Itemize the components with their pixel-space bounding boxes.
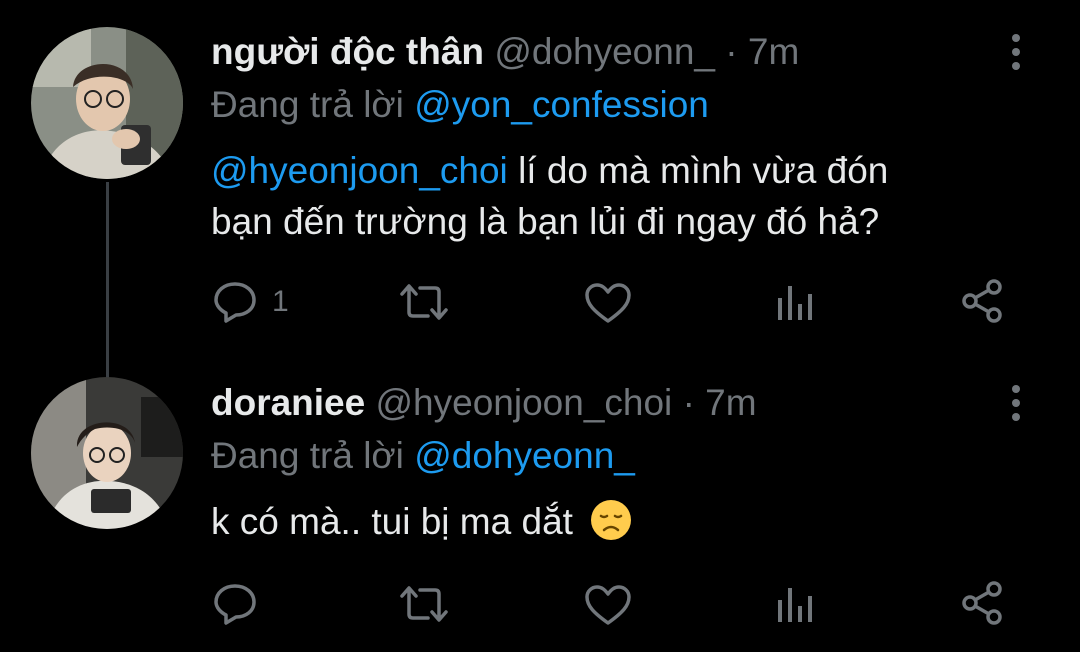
analytics-button[interactable] xyxy=(776,284,816,322)
tweet-header: doraniee @hyeonjoon_choi · 7m xyxy=(211,381,757,425)
reply-button[interactable]: 1 xyxy=(212,280,289,324)
avatar[interactable] xyxy=(31,377,183,529)
avatar[interactable] xyxy=(31,27,183,179)
share-icon xyxy=(962,279,1002,323)
disappointed-face-emoji xyxy=(591,500,632,540)
tweet-text: lí do mà mình vừa đón xyxy=(518,150,889,191)
more-icon[interactable] xyxy=(1001,378,1031,428)
like-button[interactable] xyxy=(584,282,632,324)
replying-to-label: Đang trả lời xyxy=(211,84,404,125)
analytics-icon xyxy=(778,286,812,320)
like-icon xyxy=(585,585,631,625)
reply-icon xyxy=(214,282,256,323)
tweet-text: k có mà.. tui bị ma dắt xyxy=(211,501,573,542)
retweet-icon xyxy=(400,586,448,622)
share-icon xyxy=(962,581,1002,625)
replying-to-label: Đang trả lời xyxy=(211,435,404,476)
thread-connector-line xyxy=(106,182,109,378)
display-name[interactable]: người độc thân xyxy=(211,31,484,72)
replying-to-handle[interactable]: @yon_confession xyxy=(414,84,709,125)
reply-count: 1 xyxy=(272,285,289,318)
mention-link[interactable]: @hyeonjoon_choi xyxy=(211,150,508,191)
like-icon xyxy=(585,283,631,323)
share-button[interactable] xyxy=(960,278,1006,324)
replying-to-line: Đang trả lời @yon_confession xyxy=(211,83,709,127)
user-handle[interactable]: @dohyeonn_ xyxy=(494,31,715,72)
share-button[interactable] xyxy=(960,580,1006,626)
retweet-button[interactable] xyxy=(398,584,450,624)
separator-dot: · xyxy=(682,382,695,423)
tweet-text-line: bạn đến trường là bạn lủi đi ngay đó hả? xyxy=(211,197,879,247)
user-handle[interactable]: @hyeonjoon_choi xyxy=(376,382,673,423)
replying-to-handle[interactable]: @dohyeonn_ xyxy=(414,435,635,476)
tweet-text: bạn đến trường là bạn lủi đi ngay đó hả? xyxy=(211,201,880,242)
analytics-button[interactable] xyxy=(776,586,816,624)
reply-button[interactable] xyxy=(212,582,258,626)
reply-icon xyxy=(214,584,256,625)
display-name[interactable]: doraniee xyxy=(211,382,365,423)
tweet-header: người độc thân @dohyeonn_ · 7m xyxy=(211,30,799,74)
timestamp[interactable]: 7m xyxy=(705,382,756,423)
more-icon[interactable] xyxy=(1001,27,1031,77)
tweet-text-line: @hyeonjoon_choi lí do mà mình vừa đón xyxy=(211,146,888,196)
retweet-button[interactable] xyxy=(398,282,450,322)
analytics-icon xyxy=(778,588,812,622)
retweet-icon xyxy=(400,284,448,320)
replying-to-line: Đang trả lời @dohyeonn_ xyxy=(211,434,635,478)
separator-dot: · xyxy=(725,31,738,72)
timestamp[interactable]: 7m xyxy=(748,31,799,72)
like-button[interactable] xyxy=(584,584,632,626)
tweet-text-line: k có mà.. tui bị ma dắt xyxy=(211,497,633,547)
